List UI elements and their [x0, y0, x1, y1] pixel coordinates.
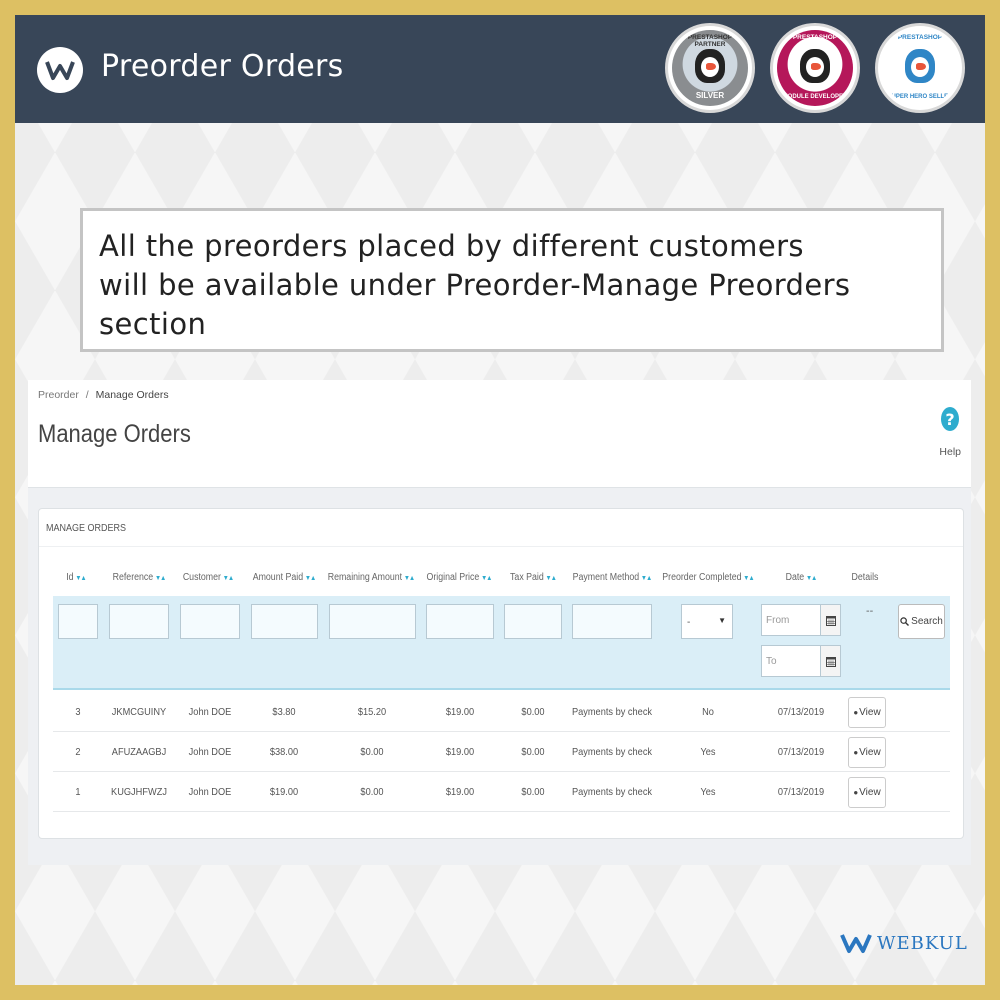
top-bar: Preorder Orders PRESTASHOP PARTNER SILVE…	[15, 15, 985, 123]
view-button[interactable]: ● View	[848, 697, 886, 728]
banner-frame: Preorder Orders PRESTASHOP PARTNER SILVE…	[15, 15, 985, 985]
filter-preorder-completed-select[interactable]: - ▼	[681, 604, 733, 639]
sort-arrows-icon: ▼▲	[75, 575, 86, 582]
table-row: 3 JKMCGUINY John DOE $3.80 $15.20 $19.00…	[53, 692, 950, 732]
callout-box: All the preorders placed by different cu…	[80, 208, 944, 352]
admin-screenshot-panel: Preorder / Manage Orders Manage Orders ?…	[28, 380, 971, 865]
webkul-brand-logo: WEBKUL	[840, 932, 968, 954]
callout-line-3: section	[99, 307, 207, 341]
page-header: Preorder / Manage Orders Manage Orders ?…	[28, 380, 971, 488]
caret-down-icon: ▼	[718, 616, 726, 625]
filter-date-from-input[interactable]: From	[761, 604, 821, 636]
column-header-date[interactable]: Date ▼▲	[786, 572, 818, 583]
prestashop-super-hero-seller-badge: PRESTASHOP SUPER HERO SELLER	[875, 23, 965, 113]
filter-tax-paid-input[interactable]	[504, 604, 562, 639]
calendar-icon[interactable]	[821, 604, 841, 636]
filter-payment-method-input[interactable]	[572, 604, 652, 639]
column-header-details: Details	[851, 572, 879, 583]
webkul-w-logo-icon	[840, 934, 872, 953]
sort-arrows-icon: ▼▲	[481, 575, 492, 582]
filter-date-to-input[interactable]: To	[761, 645, 821, 677]
view-button[interactable]: ● View	[848, 737, 886, 768]
callout-line-1: All the preorders placed by different cu…	[99, 229, 804, 263]
filter-original-price-input[interactable]	[426, 604, 494, 639]
page-title: Manage Orders	[38, 420, 191, 448]
filter-row: - ▼ From To -- Search	[53, 596, 950, 690]
help-label[interactable]: Help	[939, 446, 961, 458]
breadcrumb-manage-orders: Manage Orders	[95, 389, 169, 401]
sort-arrows-icon: ▼▲	[805, 575, 817, 582]
help-icon[interactable]: ?	[941, 407, 959, 431]
view-button[interactable]: ● View	[848, 777, 886, 808]
eye-icon: ●	[853, 748, 859, 757]
column-header-remaining-amount[interactable]: Remaining Amount ▼▲	[328, 572, 415, 583]
prestashop-silver-partner-badge: PRESTASHOP PARTNER SILVER	[665, 23, 755, 113]
column-header-preorder-completed[interactable]: Preorder Completed ▼▲	[662, 572, 754, 583]
filter-reference-input[interactable]	[109, 604, 169, 639]
breadcrumb-preorder[interactable]: Preorder	[38, 389, 79, 401]
sort-arrows-icon: ▼▲	[222, 575, 234, 582]
manage-orders-card: MANAGE ORDERS Id ▼▲ Reference ▼▲ Customer ▼…	[38, 508, 964, 839]
sort-arrows-icon: ▼▲	[545, 575, 557, 582]
column-header-customer[interactable]: Customer ▼▲	[183, 572, 234, 583]
page-heading: Preorder Orders	[101, 49, 344, 84]
column-header-amount-paid[interactable]: Amount Paid ▼▲	[253, 572, 316, 583]
puffin-mascot-icon	[800, 49, 830, 83]
sort-arrows-icon: ▼▲	[304, 575, 316, 582]
column-header-tax-paid[interactable]: Tax Paid ▼▲	[510, 572, 557, 583]
column-header-payment-method[interactable]: Payment Method ▼▲	[573, 572, 653, 583]
column-header-reference[interactable]: Reference ▼▲	[113, 572, 167, 583]
breadcrumb: Preorder / Manage Orders	[38, 389, 169, 401]
sort-arrows-icon: ▼▲	[403, 575, 415, 582]
search-button[interactable]: Search	[898, 604, 945, 639]
search-icon	[900, 617, 910, 626]
details-filter-dash: --	[866, 606, 874, 617]
sort-arrows-icon: ▼▲	[743, 575, 754, 582]
sort-arrows-icon: ▼▲	[154, 575, 166, 582]
column-header-original-price[interactable]: Original Price ▼▲	[426, 572, 492, 583]
card-heading: MANAGE ORDERS	[46, 523, 127, 534]
sort-arrows-icon: ▼▲	[640, 575, 652, 582]
brand-name: WEBKUL	[877, 932, 968, 954]
puffin-mascot-icon	[695, 49, 725, 83]
filter-id-input[interactable]	[58, 604, 98, 639]
eye-icon: ●	[853, 708, 859, 717]
calendar-icon[interactable]	[821, 645, 841, 677]
filter-amount-paid-input[interactable]	[251, 604, 318, 639]
table-row: 2 AFUZAAGBJ John DOE $38.00 $0.00 $19.00…	[53, 732, 950, 772]
callout-line-2: will be available under Preorder-Manage …	[99, 268, 851, 302]
webkul-logo-icon	[37, 47, 83, 93]
eye-icon: ●	[853, 788, 859, 797]
puffin-mascot-icon	[905, 49, 935, 83]
table-row: 1 KUGJHFWZJ John DOE $19.00 $0.00 $19.00…	[53, 772, 950, 812]
prestashop-module-developer-badge: PRESTASHOP PARTNER MODULE DEVELOPER	[770, 23, 860, 113]
column-header-id[interactable]: Id ▼▲	[66, 572, 86, 583]
filter-remaining-amount-input[interactable]	[329, 604, 416, 639]
filter-customer-input[interactable]	[180, 604, 240, 639]
